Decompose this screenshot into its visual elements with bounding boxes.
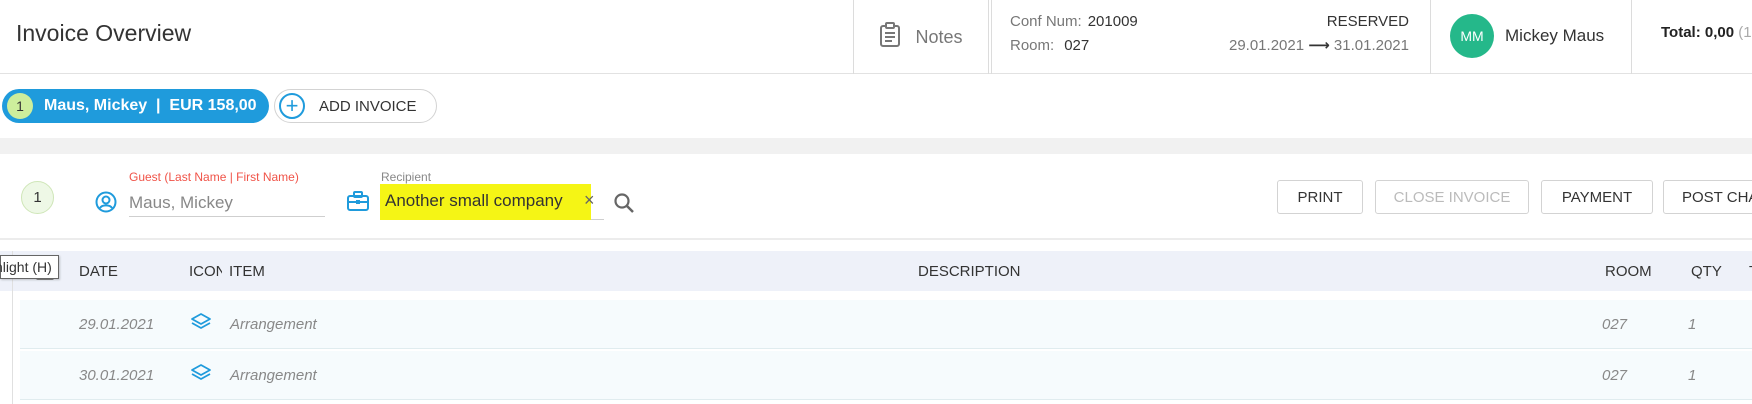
add-invoice-button[interactable]: + ADD INVOICE (274, 89, 437, 123)
room-label: Room: (1010, 37, 1055, 54)
conf-num-value: 201009 (1087, 13, 1138, 30)
invoice-number-badge: 1 (7, 93, 33, 119)
invoice-panel: 1 Guest (Last Name | First Name) Recipie… (0, 154, 1752, 240)
date-to: 31.01.2021 (1333, 37, 1409, 54)
column-description[interactable]: DESCRIPTION (918, 263, 1021, 280)
header-divider (991, 0, 992, 74)
top-header: Invoice Overview Notes Conf Num: 201009 R… (0, 0, 1752, 74)
table-row[interactable]: 30.01.2021 Arrangement 027 1 (20, 351, 1752, 400)
row-date: 29.01.2021 (79, 316, 155, 333)
layers-icon (190, 363, 212, 389)
notes-label: Notes (915, 26, 963, 47)
layers-icon (190, 312, 212, 338)
header-divider (988, 0, 989, 74)
user-circle-icon (95, 191, 117, 218)
row-date: 30.01.2021 (79, 367, 155, 384)
total-amount: Total: 0,00 (1 (1661, 24, 1752, 41)
column-room[interactable]: ROOM (1605, 263, 1652, 280)
column-item[interactable]: ITEM (229, 263, 265, 280)
user-name: Mickey Maus (1505, 26, 1605, 45)
notes-button[interactable]: Notes (854, 0, 988, 74)
status-badge: RESERVED (1326, 13, 1409, 30)
row-qty: 1 (1688, 367, 1697, 384)
user-menu[interactable]: MM Mickey Maus (1450, 12, 1604, 60)
add-invoice-label: ADD INVOICE (319, 97, 417, 115)
clear-icon[interactable]: × (584, 190, 595, 211)
table-header: DATE ICON ITEM DESCRIPTION ROOM QTY T (0, 251, 1752, 291)
invoice-tab-active[interactable]: 1 Maus, Mickey | EUR 158,00 (2, 89, 269, 123)
total-label: Total: 0,00 (1661, 24, 1735, 41)
row-item: Arrangement (230, 316, 317, 333)
date-from: 29.01.2021 (1228, 37, 1305, 54)
row-room: 027 (1602, 367, 1628, 384)
briefcase-icon (346, 190, 370, 217)
room-value: 027 (1064, 37, 1090, 54)
column-icon[interactable]: ICON (189, 263, 222, 280)
clipboard-icon (879, 21, 901, 53)
avatar: MM (1450, 14, 1494, 58)
tooltip: hlight (H) (0, 255, 59, 279)
row-item: Arrangement (230, 367, 317, 384)
invoice-tab-label: Maus, Mickey | EUR 158,00 (44, 97, 257, 114)
column-date[interactable]: DATE (79, 263, 118, 280)
reservation-status: RESERVED 29.01.2021 ⟶ 31.01.2021 (1229, 10, 1409, 58)
row-room: 027 (1602, 316, 1628, 333)
recipient-input[interactable]: Another small company × (380, 184, 604, 220)
total-rest: (1 (1738, 24, 1752, 41)
conf-num-label: Conf Num: (1010, 13, 1082, 30)
row-qty: 1 (1688, 316, 1697, 333)
close-invoice-button[interactable]: CLOSE INVOICE (1375, 180, 1529, 214)
payment-button[interactable]: PAYMENT (1541, 180, 1653, 214)
arrow-right-icon: ⟶ (1308, 37, 1330, 54)
plus-circle-icon: + (279, 93, 305, 119)
invoice-number-badge: 1 (21, 181, 54, 214)
post-charge-button[interactable]: POST CHA (1663, 180, 1752, 214)
reservation-info: Conf Num: 201009 Room: 027 (1010, 10, 1138, 58)
print-button[interactable]: PRINT (1277, 180, 1363, 214)
column-qty[interactable]: QTY (1691, 263, 1722, 280)
page-title: Invoice Overview (16, 20, 192, 46)
search-icon[interactable] (613, 192, 635, 219)
tooltip-text: hlight (H) (0, 259, 52, 275)
table-row[interactable]: 29.01.2021 Arrangement 027 1 (20, 300, 1752, 349)
header-divider (1430, 0, 1431, 74)
guest-input[interactable] (129, 189, 325, 217)
section-separator (0, 138, 1752, 154)
invoice-tabs: 1 Maus, Mickey | EUR 158,00 + ADD INVOIC… (0, 88, 1752, 124)
header-divider (1631, 0, 1632, 74)
recipient-value: Another small company (385, 191, 563, 210)
guest-field-label: Guest (Last Name | First Name) (129, 170, 299, 184)
recipient-field-label: Recipient (381, 170, 432, 184)
